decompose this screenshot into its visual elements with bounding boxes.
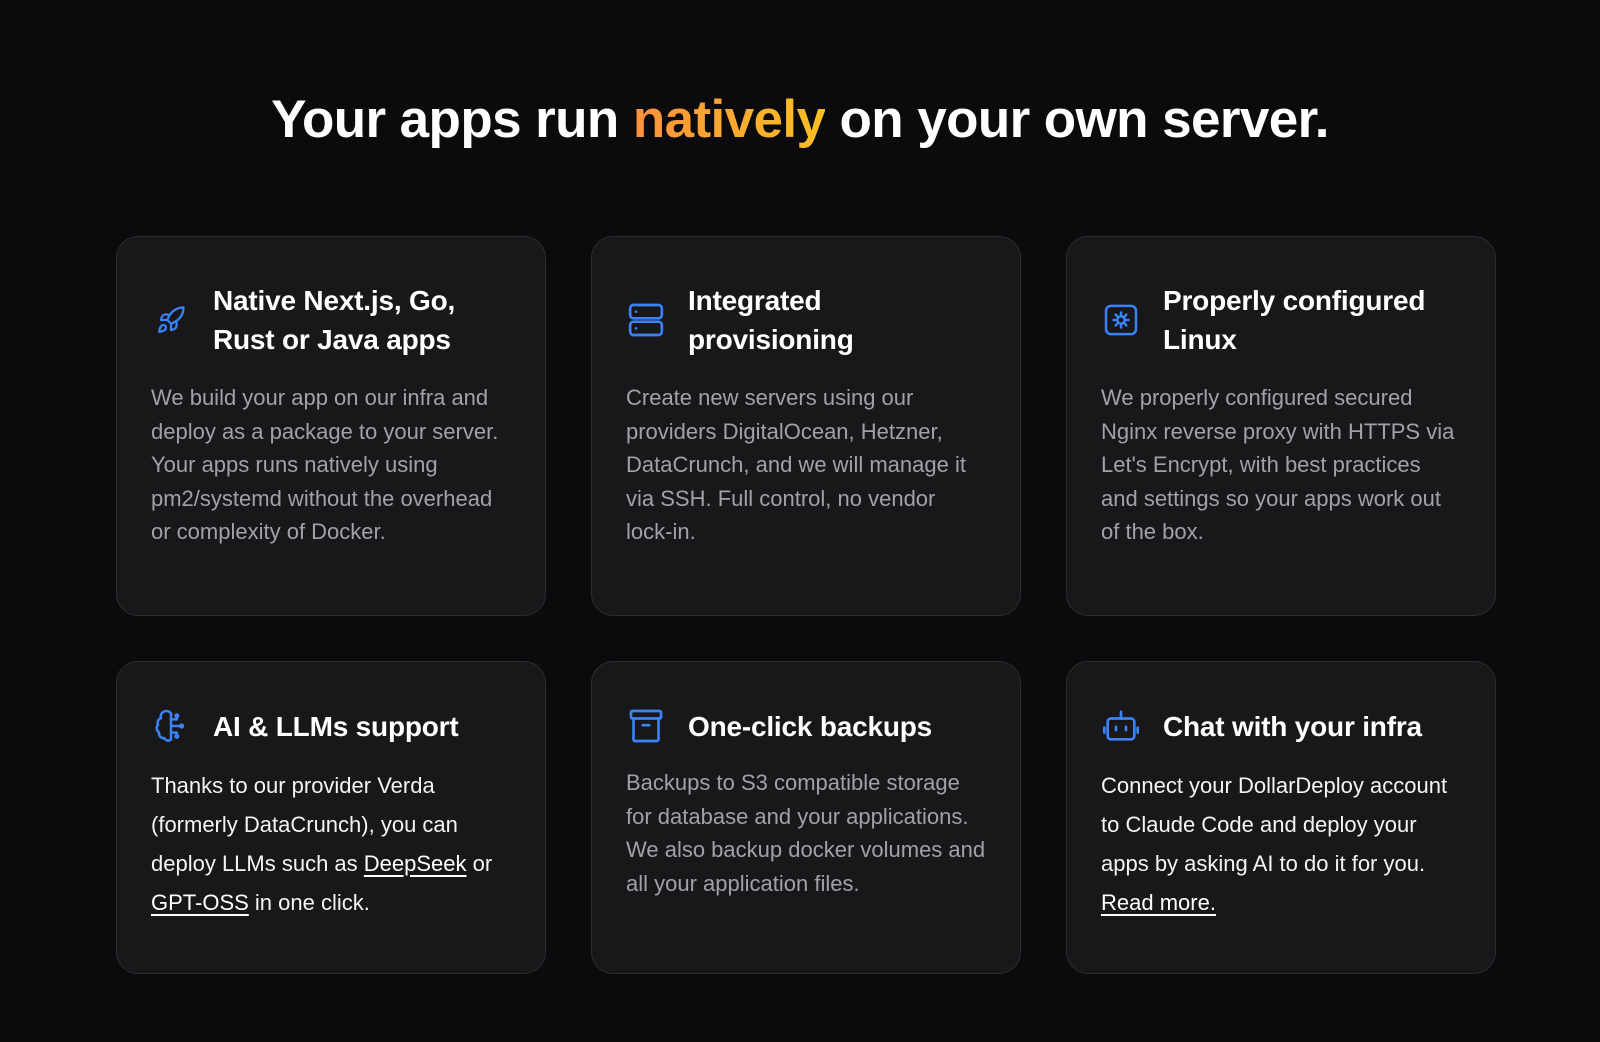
- robot-icon: [1101, 706, 1141, 746]
- server-icon: [626, 300, 666, 340]
- deepseek-link[interactable]: DeepSeek: [364, 851, 467, 876]
- card-title-line: Linux: [1163, 324, 1237, 355]
- feature-card-ai-llms: AI & LLMs support Thanks to our provider…: [116, 661, 546, 974]
- rocket-icon: [151, 300, 191, 340]
- card-title: Native Next.js, Go, Rust or Java apps: [213, 281, 455, 359]
- feature-card-backups: One-click backups Backups to S3 compatib…: [591, 661, 1021, 974]
- card-title-line: Rust or Java apps: [213, 324, 451, 355]
- card-description: Connect your DollarDeploy account to Cla…: [1101, 766, 1461, 922]
- card-header: Integrated provisioning: [626, 281, 986, 359]
- read-more-link[interactable]: Read more.: [1101, 890, 1216, 915]
- card-title-line: Native Next.js, Go,: [213, 285, 456, 316]
- card-title: Properly configured Linux: [1163, 281, 1425, 359]
- card-description-text: Connect your DollarDeploy account to Cla…: [1101, 773, 1448, 876]
- card-title: Integrated provisioning: [688, 281, 854, 359]
- heading-text-before: Your apps run: [271, 90, 633, 149]
- card-description: We build your app on our infra and deplo…: [151, 385, 499, 544]
- card-description-text: or: [466, 851, 493, 876]
- card-description: Backups to S3 compatible storage for dat…: [626, 770, 986, 896]
- card-title-line: Properly configured: [1163, 285, 1426, 316]
- card-title-line: Integrated: [688, 285, 822, 316]
- card-description-text: in one click.: [248, 890, 370, 915]
- card-title: AI & LLMs support: [213, 710, 459, 742]
- settings-cog-icon: [1101, 300, 1141, 340]
- feature-card-linux: Properly configured Linux We properly co…: [1066, 236, 1496, 616]
- archive-box-icon: [626, 706, 666, 746]
- card-header: Properly configured Linux: [1101, 281, 1461, 359]
- section-heading: Your apps run natively on your own serve…: [0, 84, 1600, 156]
- card-header: Chat with your infra: [1101, 706, 1461, 746]
- feature-card-provisioning: Integrated provisioning Create new serve…: [591, 236, 1021, 616]
- brain-circuit-icon: [151, 706, 191, 746]
- gpt-oss-link[interactable]: GPT-OSS: [151, 890, 249, 915]
- card-header: One-click backups: [626, 706, 986, 746]
- heading-accent-text: natively: [632, 90, 826, 149]
- feature-card-native-apps: Native Next.js, Go, Rust or Java apps We…: [116, 236, 546, 616]
- heading-text-after: on your own server.: [825, 90, 1330, 149]
- card-description: We properly configured secured Nginx rev…: [1101, 385, 1455, 544]
- card-title: Chat with your infra: [1163, 710, 1422, 742]
- card-header: Native Next.js, Go, Rust or Java apps: [151, 281, 511, 359]
- card-header: AI & LLMs support: [151, 706, 511, 746]
- card-description: Create new servers using our providers D…: [626, 385, 966, 544]
- card-title-line: provisioning: [688, 324, 854, 355]
- feature-card-chat-infra: Chat with your infra Connect your Dollar…: [1066, 661, 1496, 974]
- card-title: One-click backups: [688, 710, 933, 742]
- card-description: Thanks to our provider Verda (formerly D…: [151, 766, 511, 922]
- feature-grid: Native Next.js, Go, Rust or Java apps We…: [116, 236, 1496, 974]
- features-section: Your apps run natively on your own serve…: [0, 0, 1600, 1042]
